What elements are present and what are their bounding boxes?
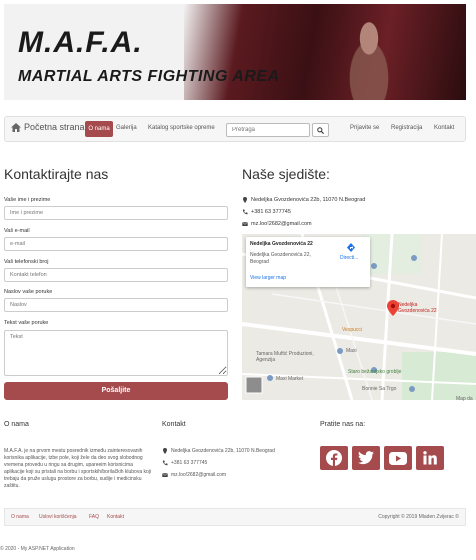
hq-address-text: Nedeljka Gvozdenovića 22b, 11070 N.Beogr… (251, 197, 366, 203)
submit-button[interactable]: Pošaljite (4, 382, 228, 400)
nav-item-about[interactable]: O nama (85, 121, 113, 137)
footer-phone-text: +381 63 377745 (171, 460, 208, 466)
nav-item-gallery[interactable]: Galerija (116, 125, 137, 131)
footer-about-text: M.A.F.A. je na prvom mestu posrednik izm… (4, 448, 152, 489)
map-marker-icon (163, 448, 167, 454)
footer-contact-heading: Kontakt (162, 421, 186, 428)
directions-link[interactable]: Directi... (340, 255, 358, 261)
search-icon (317, 126, 324, 134)
name-label: Vaše ime i prezime (4, 197, 51, 203)
facebook-button[interactable] (320, 446, 348, 470)
name-field[interactable] (4, 206, 228, 220)
map-label-maxi-market: Maxi Market (276, 376, 304, 382)
phone-icon (162, 460, 168, 466)
home-icon (11, 122, 21, 132)
envelope-icon (162, 473, 168, 477)
footer-address-text: Nedeljka Gvozdenovića 22b, 11070 N.Beogr… (171, 448, 275, 454)
footer-link-contact[interactable]: Kontakt (107, 514, 124, 520)
phone-label: Vaš telefonski broj (4, 259, 49, 265)
nav-brand-home[interactable]: Početna strana (11, 122, 85, 132)
map-card-address: Nedeljka Gvozdenovića 22, Beograd (250, 252, 311, 265)
subject-field[interactable] (4, 298, 228, 312)
map-card-title: Nedeljka Gvozdenovića 22 (250, 241, 313, 247)
footer-follow-heading: Pratite nas na: (320, 421, 366, 428)
email-field[interactable] (4, 237, 228, 251)
youtube-icon (389, 451, 407, 465)
contact-heading: Kontaktirajte nas (4, 166, 109, 182)
map-pin-label-line-2: Gvozdenovića 22 (398, 308, 437, 314)
banner-subtitle: MARTIAL ARTS FIGHTING AREA (18, 68, 280, 85)
message-textarea[interactable] (4, 330, 228, 376)
hq-address: Nedeljka Gvozdenovića 22b, 11070 N.Beogr… (242, 197, 365, 203)
map-label-cemetery: Staro bežanijsko groblje (348, 369, 402, 375)
email-label: Vaš e-mail (4, 228, 30, 234)
map-pin-label: Nedeljka Gvozdenovića 22 (398, 302, 437, 314)
hq-heading: Naše sjedište: (242, 166, 330, 182)
phone-icon (242, 209, 248, 215)
map-info-card: Nedeljka Gvozdenovića 22 Nedeljka Gvozde… (246, 237, 370, 287)
footer-link-faq[interactable]: FAQ (89, 514, 99, 520)
hq-phone-text: +381 63 377745 (251, 209, 291, 215)
facebook-icon (326, 450, 342, 466)
search-input[interactable] (226, 123, 310, 137)
view-larger-map-link[interactable]: View larger map (250, 275, 286, 281)
linkedin-icon (423, 451, 437, 465)
search-button[interactable] (312, 123, 329, 137)
map-label-bonnie: Bonnie Sa Trgo (362, 386, 397, 392)
footer-about-heading: O nama (4, 421, 29, 428)
footer-link-about[interactable]: O nama (11, 514, 29, 520)
footer-email: mz.loo!2682@gmail.com (162, 472, 226, 478)
message-label: Tekst vaše poruke (4, 320, 49, 326)
map-label-maxi: Maxi (346, 348, 357, 354)
header-banner: M.A.F.A. MARTIAL ARTS FIGHTING AREA (4, 4, 466, 100)
map-label-agency: Tamara Muftić Produzioni, Agenzija (256, 351, 314, 363)
app-copyright: © 2020 - My ASP.NET Application (0, 546, 75, 552)
footer-link-terms[interactable]: Uslovi korišćenja (39, 514, 77, 520)
footer-phone: +381 63 377745 (162, 460, 207, 466)
twitter-button[interactable] (352, 446, 380, 470)
subject-label: Naslov vaše poruke (4, 289, 53, 295)
map-label-map-data: Map da (456, 396, 473, 402)
envelope-icon (242, 222, 248, 226)
navbar: Početna strana O nama Galerija Katalog s… (4, 116, 466, 142)
hq-phone: +381 63 377745 (242, 209, 291, 215)
nav-brand-label: Početna strana (24, 122, 85, 132)
twitter-icon (358, 451, 374, 465)
nav-item-login[interactable]: Prijavite se (350, 125, 379, 131)
nav-item-register[interactable]: Registracija (391, 125, 422, 131)
hq-email-text[interactable]: mz.loo!2682@gmail.com (251, 221, 312, 227)
nav-item-contact[interactable]: Kontakt (434, 125, 454, 131)
fighter-image (334, 12, 404, 100)
directions-icon[interactable] (347, 243, 355, 252)
footer-email-text[interactable]: mz.loo!2682@gmail.com (171, 472, 226, 478)
map-marker-icon (243, 197, 247, 203)
nav-item-catalog[interactable]: Katalog sportske opreme (148, 125, 215, 131)
map-label-vespucci: Vespucci (342, 327, 363, 333)
youtube-button[interactable] (384, 446, 412, 470)
footer-copyright: Copyright © 2019 Mladen Zvijerac © (378, 514, 459, 520)
footer-bar: O nama Uslovi korišćenja FAQ Kontakt Cop… (4, 508, 466, 526)
linkedin-button[interactable] (416, 446, 444, 470)
phone-field[interactable] (4, 268, 228, 282)
banner-title: M.A.F.A. (18, 26, 143, 59)
footer-address: Nedeljka Gvozdenovića 22b, 11070 N.Beogr… (162, 448, 275, 454)
hq-email: mz.loo!2682@gmail.com (242, 221, 312, 227)
